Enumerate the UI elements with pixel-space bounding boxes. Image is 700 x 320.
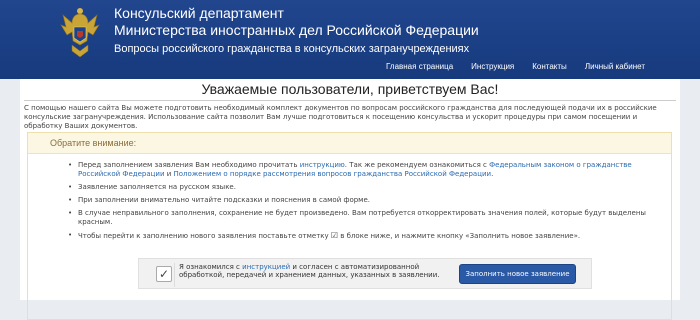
- nav-account-link[interactable]: Личный кабинет: [585, 62, 645, 71]
- list-item-text: . Так же рекомендуем ознакомиться с: [344, 161, 490, 169]
- list-item: В случае неправильного заполнения, сохра…: [28, 209, 661, 227]
- attention-panel: Обратите внимание: Перед заполнением зая…: [27, 132, 672, 320]
- list-item: Заявление заполняется на русском языке.: [28, 183, 661, 192]
- list-item-text: в блоке ниже, и нажмите кнопку «Заполнит…: [338, 232, 581, 240]
- list-item-text: Перед заполнением заявления Вам необходи…: [78, 161, 300, 169]
- intro-text: С помощью нашего сайта Вы можете подгото…: [24, 104, 657, 130]
- list-item: При заполнении внимательно читайте подск…: [28, 196, 661, 205]
- list-item: Чтобы перейти к заполнению нового заявле…: [28, 231, 661, 241]
- agreement-text: Я ознакомился с инструкцией и согласен с…: [174, 263, 444, 287]
- top-nav: Главная страница Инструкция Контакты Лич…: [386, 62, 645, 71]
- nav-home-link[interactable]: Главная страница: [386, 62, 453, 71]
- list-item-text: и: [164, 170, 174, 178]
- new-application-button[interactable]: Заполнить новое заявление: [459, 264, 576, 284]
- divider: [24, 100, 676, 101]
- list-item-text: .: [491, 170, 494, 178]
- nav-contacts-link[interactable]: Контакты: [532, 62, 567, 71]
- agreement-text-part: Я ознакомился с: [179, 263, 243, 271]
- checkbox-checked-icon: ☑: [330, 231, 339, 240]
- attention-title: Обратите внимание:: [28, 133, 671, 154]
- header-title-line2: Министерства иностранных дел Российской …: [114, 22, 479, 38]
- agreement-checkbox[interactable]: ✓: [156, 266, 172, 282]
- attention-list: Перед заполнением заявления Вам необходи…: [28, 161, 661, 241]
- list-item: Перед заполнением заявления Вам необходи…: [28, 161, 661, 179]
- main-content: Уважаемые пользователи, приветствуем Вас…: [20, 79, 680, 320]
- citizenship-regulation-link[interactable]: Положением о порядке рассмотрения вопрос…: [174, 170, 492, 178]
- nav-instruction-link[interactable]: Инструкция: [471, 62, 514, 71]
- instruction-link[interactable]: инструкцию: [300, 161, 345, 169]
- site-header: Консульский департамент Министерства ино…: [0, 0, 700, 79]
- agreement-row: ✓ Я ознакомился с инструкцией и согласен…: [138, 258, 592, 289]
- header-title-line1: Консульский департамент: [114, 5, 284, 21]
- header-subtitle: Вопросы российского гражданства в консул…: [114, 43, 470, 55]
- double-headed-eagle-emblem-icon: [60, 8, 100, 58]
- list-item-text: Чтобы перейти к заполнению нового заявле…: [78, 232, 331, 240]
- agreement-instruction-link[interactable]: инструкцией: [242, 263, 290, 271]
- welcome-heading: Уважаемые пользователи, приветствуем Вас…: [201, 81, 499, 97]
